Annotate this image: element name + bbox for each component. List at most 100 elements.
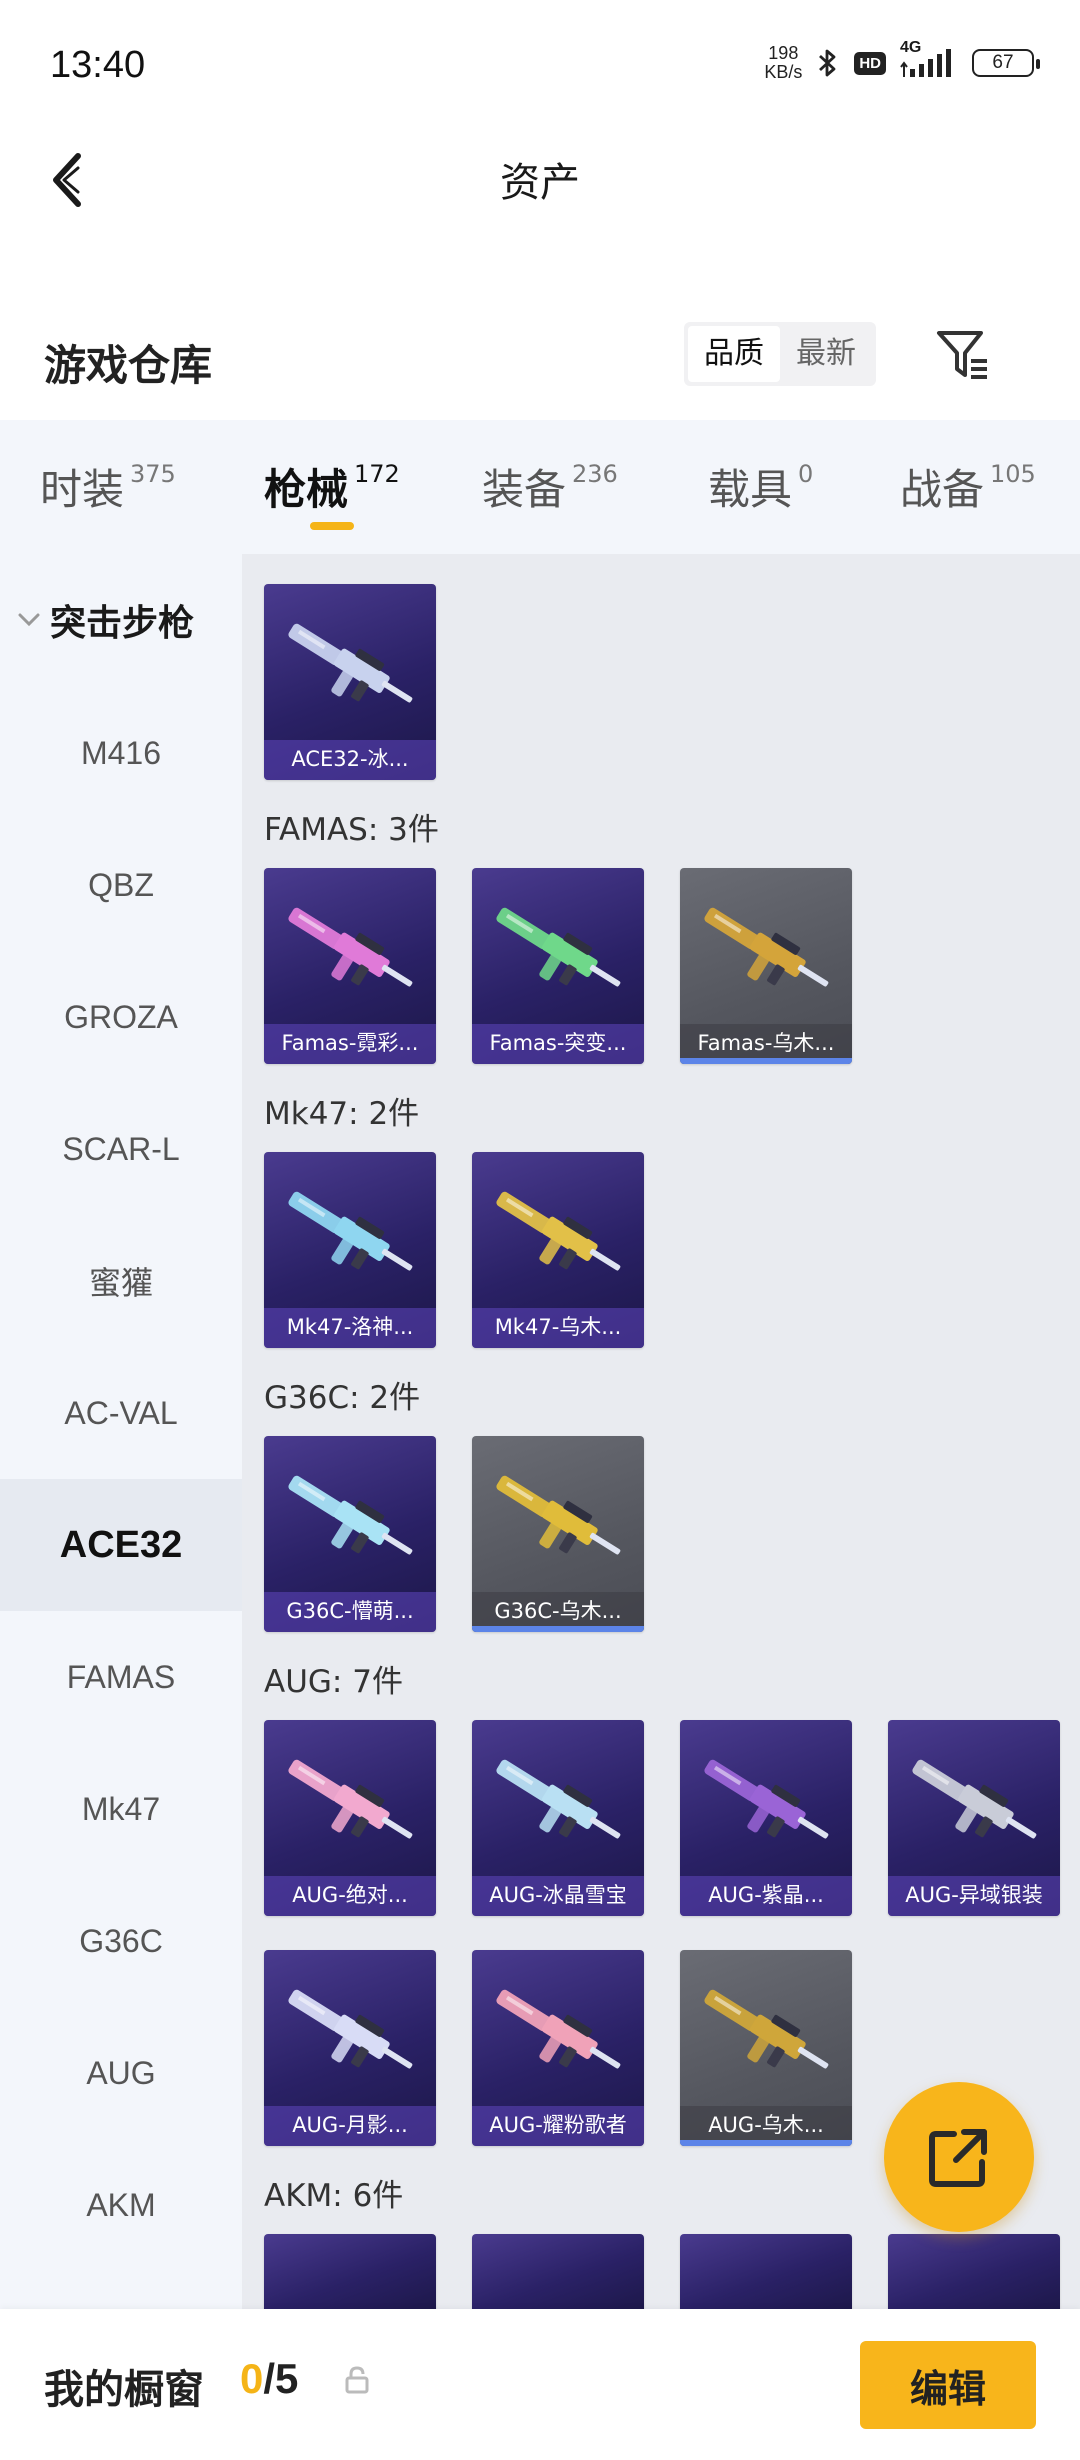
filter-button[interactable]: [932, 324, 994, 386]
tab-label: 枪械: [264, 465, 349, 514]
weapon-skin-image: [482, 1174, 634, 1296]
chevron-down-icon: [18, 613, 40, 627]
tab-count: 375: [130, 460, 176, 488]
weapon-card[interactable]: AUG-异域银装: [888, 1720, 1060, 1916]
weapon-card[interactable]: AUG-绝对...: [264, 1720, 436, 1916]
weapon-card[interactable]: ACE32-冰...: [264, 584, 436, 780]
network-speed: 198 KB/s: [764, 44, 802, 82]
weapon-group-label: FAMAS: 3件: [264, 812, 439, 848]
showcase-max: 5: [275, 2355, 299, 2402]
sidebar-item-mk47[interactable]: Mk47: [0, 1743, 242, 1875]
tab-label: 装备: [482, 465, 567, 514]
weapon-card[interactable]: AUG-乌木...: [680, 1950, 852, 2146]
weapon-card-name: AUG-异域银装: [888, 1876, 1060, 1916]
weapon-card-name: ACE32-冰...: [264, 740, 436, 780]
weapon-card-name: AUG-月影...: [264, 2106, 436, 2146]
showcase-separator: /: [263, 2355, 276, 2402]
weapon-skin-image: [690, 1972, 842, 2094]
network-speed-value: 198: [768, 43, 799, 63]
status-bar: 13:40 198 KB/s HD 4G 67: [0, 0, 1080, 130]
weapon-skin-image: [274, 1972, 426, 2094]
weapon-skin-image: [274, 1458, 426, 1580]
weapon-card[interactable]: [680, 2234, 852, 2309]
tab-supplies[interactable]: 战备 105: [900, 456, 1036, 517]
weapon-category-sidebar: 突击步枪 M416 QBZ GROZA SCAR-L 蜜獾 AC-VAL ACE…: [0, 554, 242, 2309]
edit-button[interactable]: 编辑: [860, 2341, 1036, 2429]
share-button[interactable]: [884, 2082, 1034, 2232]
showcase-bar: 我的橱窗 0/5 编辑: [0, 2309, 1080, 2460]
sidebar-item-m416[interactable]: M416: [0, 687, 242, 819]
weapon-card[interactable]: G36C-懵萌...: [264, 1436, 436, 1632]
battery-level: 67: [992, 52, 1014, 73]
weapon-card[interactable]: G36C-乌木...: [472, 1436, 644, 1632]
section-header: 游戏仓库 品质 最新: [0, 310, 1080, 410]
weapon-skin-image: [482, 1458, 634, 1580]
nav-bar: 资产: [0, 130, 1080, 230]
weapon-card-name: AUG-紫晶...: [680, 1876, 852, 1916]
weapon-card-name: Famas-霓彩...: [264, 1024, 436, 1064]
sort-toggle: 品质 最新: [684, 322, 876, 386]
page-title: 资产: [500, 160, 580, 206]
sidebar-item-ac-val[interactable]: AC-VAL: [0, 1347, 242, 1479]
sidebar-item-famas[interactable]: FAMAS: [0, 1611, 242, 1743]
weapon-skin-image: [482, 890, 634, 1012]
weapon-skin-image: [690, 1742, 842, 1864]
weapon-skin-image: [482, 1972, 634, 2094]
weapon-card[interactable]: AUG-冰晶雪宝: [472, 1720, 644, 1916]
weapon-card[interactable]: AUG-月影...: [264, 1950, 436, 2146]
bluetooth-icon: [816, 47, 840, 79]
sidebar-item-g36c[interactable]: G36C: [0, 1875, 242, 2007]
weapon-card[interactable]: Famas-乌木...: [680, 868, 852, 1064]
sidebar-item-aug[interactable]: AUG: [0, 2007, 242, 2139]
network-speed-unit: KB/s: [764, 62, 803, 82]
status-icons: 198 KB/s HD 4G 67: [764, 39, 1040, 82]
showcase-label: 我的橱窗: [44, 2367, 204, 2413]
tab-fashion[interactable]: 时装 375: [40, 456, 176, 517]
weapon-card[interactable]: AUG-紫晶...: [680, 1720, 852, 1916]
sidebar-item-qbz[interactable]: QBZ: [0, 819, 242, 951]
weapon-card[interactable]: Famas-突变...: [472, 868, 644, 1064]
weapon-skin-image: [274, 606, 426, 728]
filter-icon: [937, 331, 987, 379]
weapon-card-name: Mk47-洛神...: [264, 1308, 436, 1348]
sidebar-item-scar-l[interactable]: SCAR-L: [0, 1083, 242, 1215]
sort-latest-button[interactable]: 最新: [780, 326, 872, 382]
tab-equipment[interactable]: 装备 236: [482, 456, 618, 517]
battery-icon: 67: [972, 49, 1040, 77]
weapon-card[interactable]: Famas-霓彩...: [264, 868, 436, 1064]
tab-label: 时装: [40, 465, 125, 514]
lock-icon: [345, 2366, 369, 2394]
weapon-card[interactable]: AUG-耀粉歌者: [472, 1950, 644, 2146]
weapon-card-name: Famas-突变...: [472, 1024, 644, 1064]
weapon-skin-image: [274, 890, 426, 1012]
sidebar-item-groza[interactable]: GROZA: [0, 951, 242, 1083]
weapon-group-label: Mk47: 2件: [264, 1096, 420, 1132]
weapon-card-name: G36C-懵萌...: [264, 1592, 436, 1632]
sidebar-item-honey-badger[interactable]: 蜜獾: [0, 1215, 242, 1347]
weapon-card-name: Famas-乌木...: [680, 1024, 852, 1064]
sidebar-item-akm[interactable]: AKM: [0, 2139, 242, 2271]
category-tabs: 时装 375 枪械 172 装备 236 载具 0 战备 105: [0, 420, 1080, 554]
status-time: 13:40: [50, 44, 146, 86]
showcase-count: 0/5: [240, 2355, 298, 2403]
network-type-label: 4G: [900, 39, 922, 56]
weapon-card-name: AUG-绝对...: [264, 1876, 436, 1916]
tab-guns[interactable]: 枪械 172: [264, 456, 400, 517]
weapon-skin-image: [898, 1742, 1050, 1864]
sidebar-group-assault-rifles[interactable]: 突击步枪: [18, 594, 194, 646]
active-tab-indicator: [310, 522, 354, 530]
weapon-group-label: G36C: 2件: [264, 1380, 421, 1416]
sidebar-item-ace32[interactable]: ACE32: [0, 1479, 242, 1611]
weapon-card-name: Mk47-乌木...: [472, 1308, 644, 1348]
weapon-skin-image: [274, 1742, 426, 1864]
weapon-group-label: AUG: 7件: [264, 1664, 403, 1700]
weapon-card[interactable]: [888, 2234, 1060, 2309]
weapon-card-name: AUG-乌木...: [680, 2106, 852, 2146]
tab-vehicles[interactable]: 载具 0: [708, 456, 813, 517]
weapon-card[interactable]: Mk47-乌木...: [472, 1152, 644, 1348]
weapon-card[interactable]: [264, 2234, 436, 2309]
sort-quality-button[interactable]: 品质: [688, 326, 780, 382]
weapon-card[interactable]: [472, 2234, 644, 2309]
weapon-card[interactable]: Mk47-洛神...: [264, 1152, 436, 1348]
weapon-card-name: AUG-耀粉歌者: [472, 2106, 644, 2146]
